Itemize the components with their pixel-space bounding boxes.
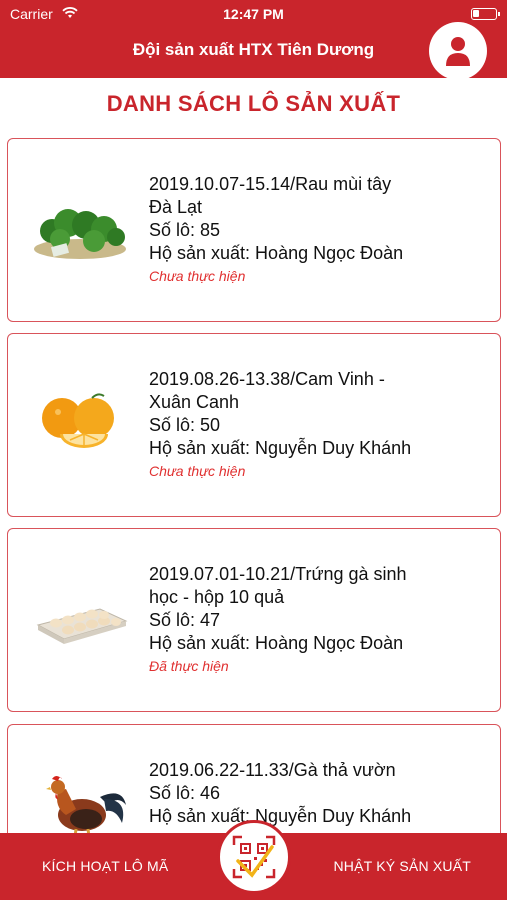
batch-card[interactable]: 2019.06.22-11.33/Gà thả vườn Số lô: 46 H… xyxy=(7,724,501,833)
orange-icon xyxy=(42,393,114,448)
batch-card[interactable]: 2019.07.01-10.21/Trứng gà sinh học - hộp… xyxy=(7,528,501,712)
page-title: DANH SÁCH LÔ SẢN XUẤT xyxy=(106,91,401,116)
batch-info: 2019.06.22-11.33/Gà thả vườn Số lô: 46 H… xyxy=(149,759,449,828)
batch-info: 2019.07.01-10.21/Trứng gà sinh học - hộp… xyxy=(149,563,449,677)
batch-info: 2019.08.26-13.38/Cam Vinh - Xuân Canh Số… xyxy=(149,368,449,482)
batch-lot-number: Số lô: 50 xyxy=(149,415,221,435)
production-log-button[interactable]: NHẬT KÝ SẢN XUẤT xyxy=(333,858,471,874)
batch-info: 2019.10.07-15.14/Rau mùi tây Đà Lạt Số l… xyxy=(149,173,449,287)
batch-status: Chưa thực hiện xyxy=(149,268,246,284)
batch-lot-number: Số lô: 47 xyxy=(149,610,221,630)
clock: 12:47 PM xyxy=(223,6,284,22)
batch-title-line1: 2019.08.26-13.38/Cam Vinh - xyxy=(149,369,385,389)
batch-producer: Hộ sản xuất: Hoàng Ngọc Đoàn xyxy=(149,243,404,263)
batch-card[interactable]: 2019.10.07-15.14/Rau mùi tây Đà Lạt Số l… xyxy=(7,138,501,322)
activate-lot-code-button[interactable]: KÍCH HOẠT LÔ MÃ xyxy=(42,858,168,874)
batch-producer: Hộ sản xuất: Hoàng Ngọc Đoàn xyxy=(149,633,404,653)
batch-card[interactable]: 2019.08.26-13.38/Cam Vinh - Xuân Canh Số… xyxy=(7,333,501,517)
app-screen: Carrier 12:47 PM Đội sản xuất HTX Tiên D… xyxy=(0,0,507,900)
batch-title-line1: 2019.06.22-11.33/Gà thả vườn xyxy=(149,760,396,780)
parsley-icon xyxy=(34,209,126,259)
battery-icon xyxy=(471,8,500,20)
qr-code-icon xyxy=(232,835,276,879)
status-bar: Carrier 12:47 PM xyxy=(0,6,507,24)
egg-tray-icon xyxy=(36,608,128,644)
batch-producer: Hộ sản xuất: Nguyễn Duy Khánh xyxy=(149,806,412,826)
user-icon xyxy=(446,37,470,66)
batch-list[interactable]: 2019.10.07-15.14/Rau mùi tây Đà Lạt Số l… xyxy=(0,138,507,833)
batch-title-line2: Đà Lạt xyxy=(149,197,203,217)
batch-lot-number: Số lô: 46 xyxy=(149,783,221,803)
batch-title-line2: học - hộp 10 quả xyxy=(149,587,285,607)
batch-title-line1: 2019.10.07-15.14/Rau mùi tây xyxy=(149,174,392,194)
profile-button[interactable] xyxy=(429,22,487,80)
header-bar: Carrier 12:47 PM Đội sản xuất HTX Tiên D… xyxy=(0,0,507,80)
batch-producer: Hộ sản xuất: Nguyễn Duy Khánh xyxy=(149,438,412,458)
batch-lot-number: Số lô: 85 xyxy=(149,220,221,240)
batch-status: Chưa thực hiện xyxy=(149,463,246,479)
batch-status: Đã thực hiện xyxy=(149,658,229,674)
qr-scan-button[interactable] xyxy=(217,820,291,894)
batch-title-line1: 2019.07.01-10.21/Trứng gà sinh xyxy=(149,564,407,584)
rooster-icon xyxy=(46,776,126,833)
batch-title-line2: Xuân Canh xyxy=(149,392,240,412)
